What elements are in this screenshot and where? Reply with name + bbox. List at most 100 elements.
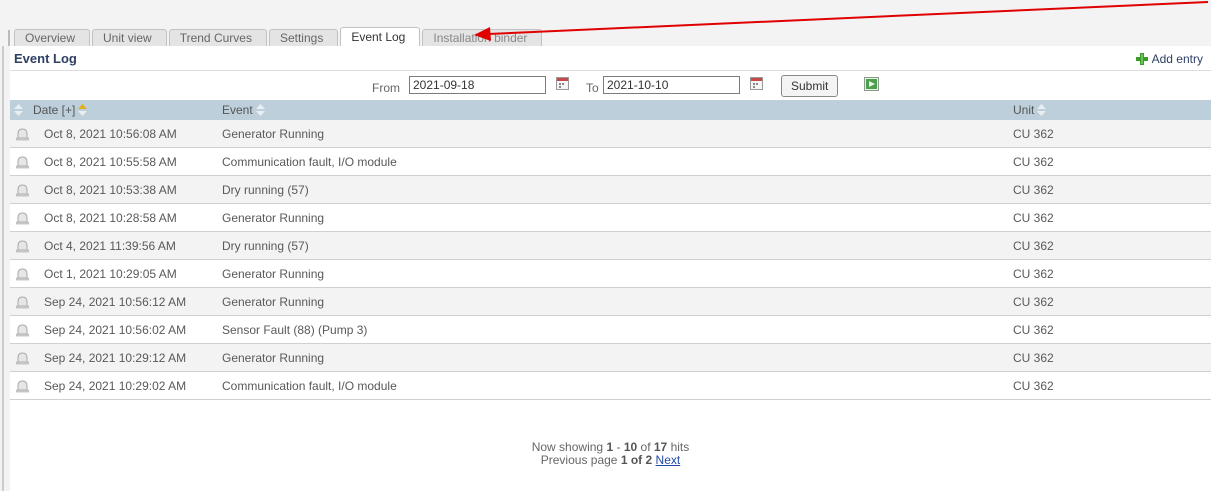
cell-date: Oct 8, 2021 10:56:08 AM [44,127,177,141]
cell-unit: CU 362 [1013,351,1054,365]
cell-date: Sep 24, 2021 10:29:02 AM [44,379,187,393]
table-body: Oct 8, 2021 10:56:08 AM Generator Running… [10,120,1211,400]
submit-button[interactable]: Submit [781,75,839,97]
add-entry-label: Add entry [1151,52,1203,66]
event-table: Date [+] Event Unit Oct 8, 2021 10:56:08… [10,100,1211,400]
column-header-date[interactable]: Date [+] [33,103,88,117]
table-row[interactable]: Oct 4, 2021 11:39:56 AM Dry running (57) C… [10,232,1211,260]
table-row[interactable]: Oct 8, 2021 10:56:08 AM Generator Running… [10,120,1211,148]
total-hits: 17 [653,440,668,454]
table-row[interactable]: Oct 8, 2021 10:55:58 AM Communication fau… [10,148,1211,176]
left-border [2,46,4,491]
cell-event: Generator Running [222,267,325,281]
cell-event: Dry running (57) [222,239,309,253]
column-header-event-label: Event [222,103,253,117]
table-row[interactable]: Oct 1, 2021 10:29:05 AM Generator Running… [10,260,1211,288]
table-row[interactable]: Sep 24, 2021 10:56:12 AM Generator Runnin… [10,288,1211,316]
cell-unit: CU 362 [1013,323,1054,337]
tab-bar: Overview Unit view Trend Curves Settings… [8,26,544,46]
cell-unit: CU 362 [1013,295,1054,309]
cell-event: Generator Running [222,211,325,225]
page-of-label: of [630,453,643,467]
column-header-unit[interactable]: Unit [1013,103,1047,117]
cell-unit: CU 362 [1013,239,1054,253]
cell-unit: CU 362 [1013,267,1054,281]
to-date-input[interactable] [603,76,740,94]
cell-event: Generator Running [222,127,325,141]
bell-icon [16,212,29,225]
table-row[interactable]: Sep 24, 2021 10:29:02 AM Communication fa… [10,372,1211,400]
current-page: 1 [620,453,628,467]
page-nav: Previous page 1 of 2 Next [10,454,1211,467]
section-header: Event Log Add entry [10,46,1211,71]
bell-icon [16,380,29,393]
cell-unit: CU 362 [1013,211,1054,225]
calendar-icon[interactable] [556,77,569,90]
cell-unit: CU 362 [1013,127,1054,141]
cell-date: Oct 4, 2021 11:39:56 AM [44,239,176,253]
export-icon[interactable] [864,77,879,91]
from-date-input[interactable] [409,76,546,94]
sort-icon [1037,104,1047,116]
column-header-date-label: Date [+] [33,103,76,117]
cell-date: Oct 8, 2021 10:53:38 AM [44,183,177,197]
cell-event: Dry running (57) [222,183,309,197]
bell-icon [16,184,29,197]
section-title: Event Log [14,51,77,66]
range-start: 1 [606,440,614,454]
sort-asc-icon [78,104,88,116]
bell-icon [16,128,29,141]
cell-date: Oct 8, 2021 10:55:58 AM [44,155,177,169]
cell-event: Generator Running [222,295,325,309]
cell-event: Communication fault, I/O module [222,379,397,393]
tab-unit-view[interactable]: Unit view [92,29,167,46]
tab-trend-curves[interactable]: Trend Curves [168,29,267,46]
cell-date: Oct 1, 2021 10:29:05 AM [44,267,177,281]
bell-icon [16,296,29,309]
cell-date: Sep 24, 2021 10:29:12 AM [44,351,187,365]
bell-icon [16,324,29,337]
to-label: To [586,81,599,95]
range-sep: - [616,440,621,454]
tab-event-log[interactable]: Event Log [340,27,421,46]
bell-icon [16,156,29,169]
cell-date: Sep 24, 2021 10:56:02 AM [44,323,187,337]
cell-event: Generator Running [222,351,325,365]
sort-icon[interactable] [14,104,23,116]
table-row[interactable]: Sep 24, 2021 10:56:02 AM Sensor Fault (88… [10,316,1211,344]
tab-settings[interactable]: Settings [268,29,339,46]
bell-icon [16,352,29,365]
plus-icon [1135,53,1148,65]
column-header-event[interactable]: Event [222,103,265,117]
cell-event: Sensor Fault (88) (Pump 3) [222,323,368,337]
column-header-unit-label: Unit [1013,103,1035,117]
cell-date: Sep 24, 2021 10:56:12 AM [44,295,187,309]
showing-prefix: Now showing [531,440,604,454]
tab-overview[interactable]: Overview [14,29,91,46]
table-row[interactable]: Oct 8, 2021 10:53:38 AM Dry running (57) C… [10,176,1211,204]
cell-unit: CU 362 [1013,183,1054,197]
cell-date: Oct 8, 2021 10:28:58 AM [44,211,177,225]
from-label: From [372,81,400,95]
tab-bar-divider [8,30,10,46]
bell-icon [16,268,29,281]
next-page-link[interactable]: Next [656,453,681,467]
table-row[interactable]: Oct 8, 2021 10:28:58 AM Generator Running… [10,204,1211,232]
pager: Now showing 1 - 10 of 17 hits Previous p… [10,441,1211,467]
bell-icon [16,240,29,253]
add-entry-button[interactable]: Add entry [1135,52,1203,66]
previous-page-label: Previous page [540,453,618,467]
cell-event: Communication fault, I/O module [222,155,397,169]
calendar-icon[interactable] [750,77,763,90]
range-end: 10 [623,440,638,454]
table-header: Date [+] Event Unit [10,100,1211,120]
page-total: 2 [645,453,653,467]
tab-installation-binder[interactable]: Installation binder [422,29,543,46]
table-row[interactable]: Sep 24, 2021 10:29:12 AM Generator Runnin… [10,344,1211,372]
hits-label: hits [670,440,690,454]
top-strip [0,0,1211,24]
date-filter-bar: From To Submit [10,72,1211,100]
of-label: of [640,440,651,454]
cell-unit: CU 362 [1013,379,1054,393]
event-log-panel: Event Log Add entry From To [10,46,1211,491]
